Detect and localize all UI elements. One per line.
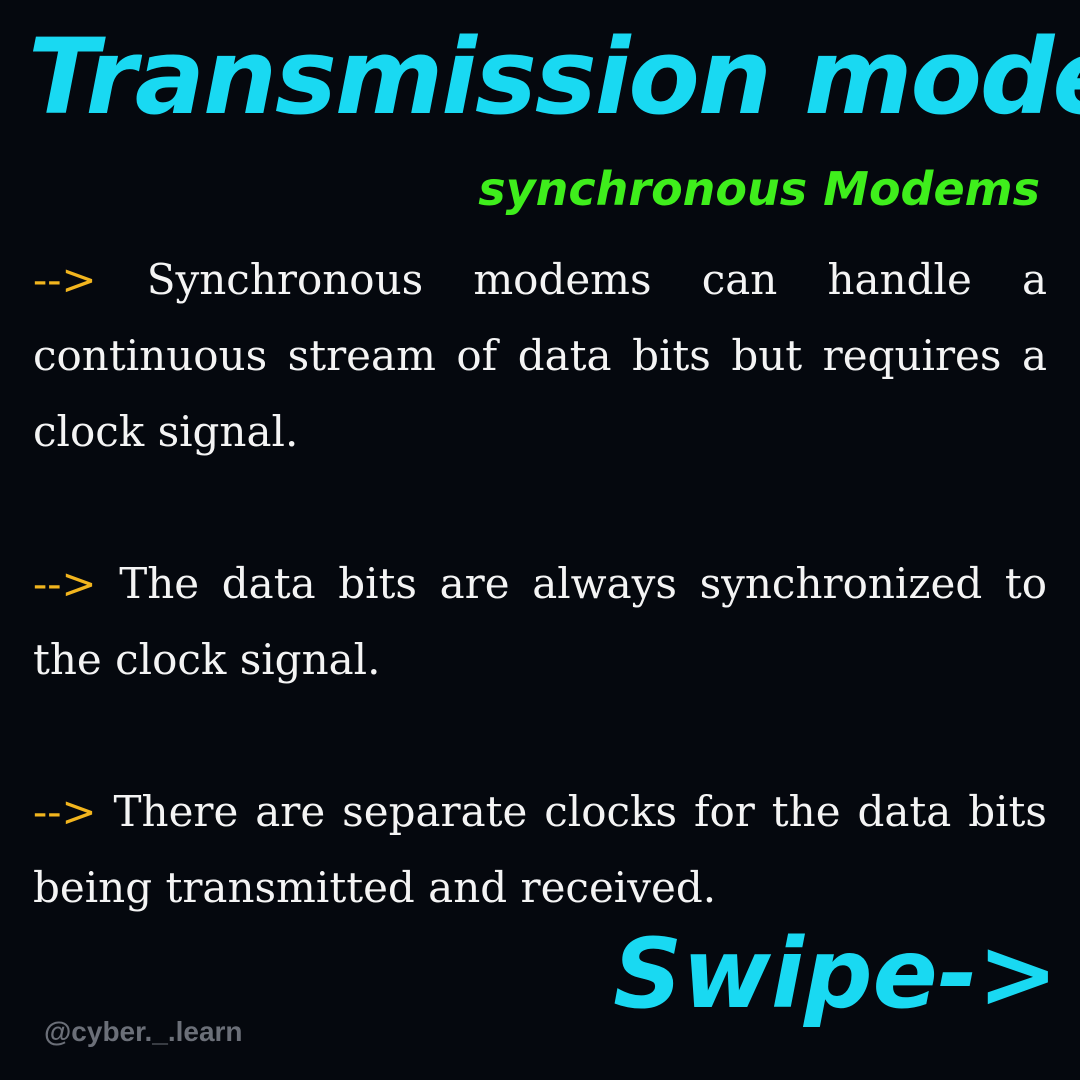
- bullet-text: The data bits are always synchronized to…: [33, 559, 1047, 684]
- swipe-hint: Swipe->: [613, 918, 1058, 1030]
- slide: Transmission mode synchronous Modems -->…: [0, 0, 1080, 1080]
- bullet-text: There are separate clocks for the data b…: [33, 787, 1047, 912]
- account-handle: @cyber._.learn: [44, 1016, 243, 1047]
- arrow-marker: -->: [33, 787, 97, 836]
- content-body: --> Synchronous modems can handle a cont…: [33, 242, 1047, 1002]
- bullet-point-1: --> Synchronous modems can handle a cont…: [33, 242, 1047, 470]
- bullet-point-3: --> There are separate clocks for the da…: [33, 774, 1047, 926]
- arrow-marker: -->: [33, 559, 97, 608]
- page-subtitle: synchronous Modems: [478, 162, 1040, 216]
- bullet-point-2: --> The data bits are always synchronize…: [33, 546, 1047, 698]
- page-title: Transmission mode: [28, 16, 1080, 138]
- bullet-text: Synchronous modems can handle a continuo…: [33, 255, 1048, 456]
- arrow-marker: -->: [33, 255, 97, 304]
